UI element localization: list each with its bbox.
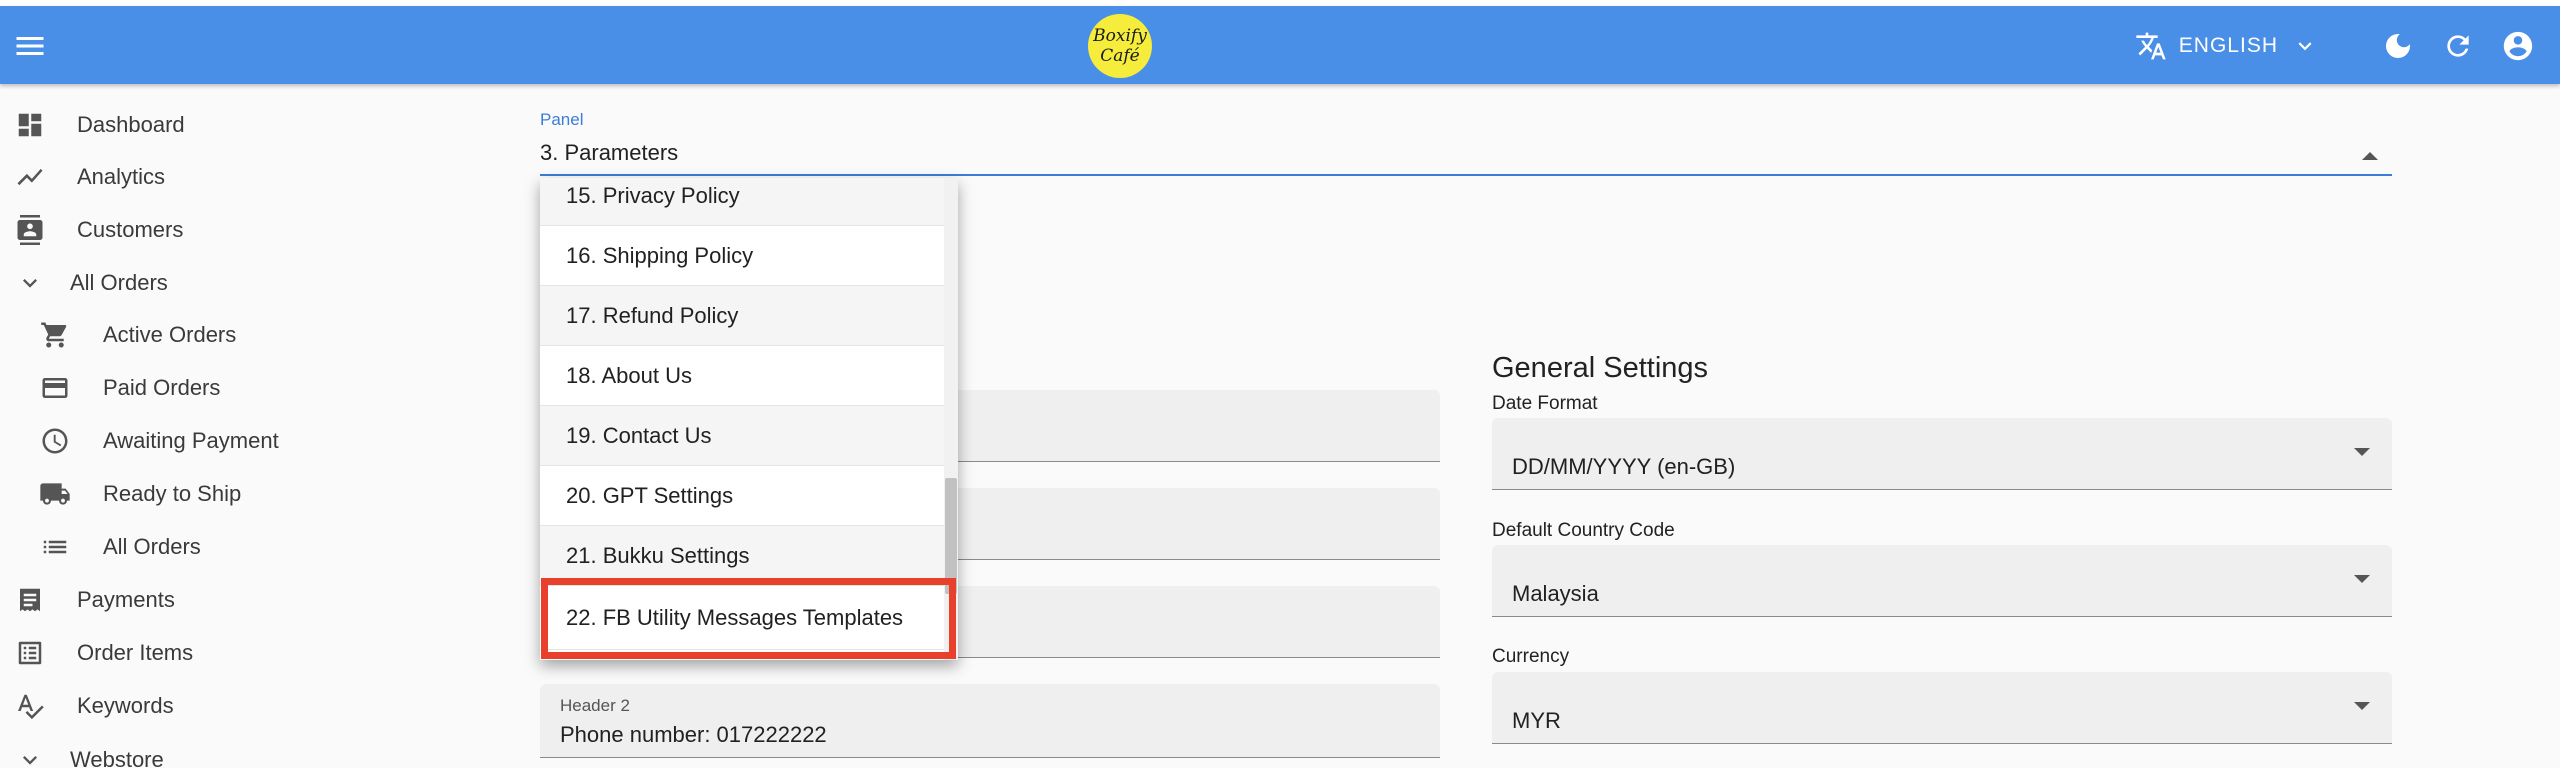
dashboard-icon: [14, 109, 46, 141]
header2-field[interactable]: Header 2 Phone number: 017222222: [540, 684, 1440, 758]
dropdown-scrollbar-thumb[interactable]: [945, 478, 957, 594]
sidebar-item-label: Customers: [77, 217, 184, 242]
menu-item-privacy-policy[interactable]: 15. Privacy Policy: [540, 178, 944, 226]
sidebar-item-label: Active Orders: [103, 322, 237, 347]
country-code-label: Default Country Code: [1492, 520, 1675, 541]
sidebar-item-all-orders-list[interactable]: All Orders: [0, 521, 440, 573]
currency-label: Currency: [1492, 646, 1570, 667]
translate-icon: [2136, 32, 2166, 60]
panel-label: Panel: [540, 110, 584, 129]
currency-value: MYR: [1512, 708, 1561, 733]
list-icon: [39, 531, 71, 563]
dropdown-scrollbar[interactable]: [944, 178, 958, 660]
date-format-value: DD/MM/YYYY (en-GB): [1512, 454, 1736, 479]
truck-icon: [39, 478, 71, 510]
header-tools: ENGLISH: [2135, 26, 2538, 66]
logo-line-2: Café: [1100, 46, 1140, 66]
sidebar-item-label: Awaiting Payment: [103, 428, 279, 453]
account-circle-icon[interactable]: [2498, 26, 2538, 66]
list-box-icon: [14, 637, 46, 669]
spellcheck-icon: [14, 690, 46, 722]
sidebar-item-label: Keywords: [77, 693, 174, 718]
sidebar-item-awaiting-payment[interactable]: Awaiting Payment: [0, 415, 440, 467]
menu-item-gpt-settings[interactable]: 20. GPT Settings: [540, 466, 944, 526]
menu-icon[interactable]: [12, 28, 48, 64]
general-settings-title: General Settings: [1492, 352, 1709, 384]
receipt-icon: [14, 584, 46, 616]
sidebar-item-payments[interactable]: Payments: [0, 574, 440, 626]
header2-label: Header 2: [560, 696, 630, 715]
chevron-down-icon: [14, 267, 46, 299]
panel-select-value: 3. Parameters: [540, 140, 679, 165]
arrow-up-icon: [2362, 152, 2378, 160]
sidebar-item-label: Order Items: [77, 640, 194, 665]
panel-select[interactable]: 3. Parameters: [540, 132, 2392, 176]
sidebar-item-label: Payments: [77, 587, 175, 612]
arrow-down-icon: [2354, 448, 2370, 456]
sidebar-item-ready-to-ship[interactable]: Ready to Ship: [0, 468, 440, 520]
clock-icon: [39, 425, 71, 457]
refresh-icon[interactable]: [2438, 26, 2478, 66]
arrow-down-icon: [2354, 575, 2370, 583]
currency-select[interactable]: MYR: [1492, 672, 2392, 744]
menu-item-bukku-settings[interactable]: 21. Bukku Settings: [540, 526, 944, 586]
arrow-down-icon: [2354, 702, 2370, 710]
dark-mode-icon[interactable]: [2378, 26, 2418, 66]
sidebar-group-webstore[interactable]: Webstore: [0, 734, 440, 768]
sidebar-item-analytics[interactable]: Analytics: [0, 151, 440, 203]
sidebar-group-all-orders[interactable]: All Orders: [0, 257, 440, 309]
chevron-down-icon: [2298, 42, 2312, 51]
date-format-label: Date Format: [1492, 393, 1598, 414]
logo-line-1: Boxify: [1093, 26, 1147, 46]
sidebar-item-label: Ready to Ship: [103, 481, 242, 506]
country-code-select[interactable]: Malaysia: [1492, 545, 2392, 617]
language-label: ENGLISH: [2178, 34, 2278, 57]
menu-item-about-us[interactable]: 18. About Us: [540, 346, 944, 406]
cart-icon: [39, 319, 71, 351]
header2-value: Phone number: 017222222: [560, 722, 827, 747]
sidebar-item-label: Analytics: [77, 164, 166, 189]
sidebar-item-customers[interactable]: Customers: [0, 204, 440, 256]
language-selector[interactable]: ENGLISH: [2135, 30, 2330, 62]
date-format-select[interactable]: DD/MM/YYYY (en-GB): [1492, 418, 2392, 490]
country-code-value: Malaysia: [1512, 581, 1599, 606]
panel-dropdown-menu: 15. Privacy Policy 16. Shipping Policy 1…: [540, 178, 958, 660]
menu-item-refund-policy[interactable]: 17. Refund Policy: [540, 286, 944, 346]
sidebar-item-active-orders[interactable]: Active Orders: [0, 309, 440, 361]
menu-item-contact-us[interactable]: 19. Contact Us: [540, 406, 944, 466]
sidebar: Dashboard Analytics Customers All Orders…: [0, 84, 440, 768]
sidebar-item-label: All Orders: [70, 270, 168, 295]
menu-item-shipping-policy[interactable]: 16. Shipping Policy: [540, 226, 944, 286]
sidebar-item-label: Webstore: [70, 747, 164, 768]
sidebar-item-label: All Orders: [103, 534, 201, 559]
sidebar-item-order-items[interactable]: Order Items: [0, 627, 440, 679]
app-bar: Boxify Café ENGLISH: [0, 6, 2560, 84]
chevron-down-icon: [14, 744, 46, 768]
contacts-icon: [14, 214, 46, 246]
menu-item-fb-utility-messages-templates[interactable]: 22. FB Utility Messages Templates: [540, 586, 944, 650]
sidebar-item-label: Dashboard: [77, 112, 185, 137]
sidebar-item-paid-orders[interactable]: Paid Orders: [0, 362, 440, 414]
sidebar-item-keywords[interactable]: Keywords: [0, 680, 440, 732]
sidebar-item-dashboard[interactable]: Dashboard: [0, 99, 440, 151]
trending-icon: [14, 161, 46, 193]
credit-card-icon: [39, 372, 71, 404]
sidebar-item-label: Paid Orders: [103, 375, 221, 400]
boxify-cafe-logo[interactable]: Boxify Café: [1088, 14, 1152, 78]
